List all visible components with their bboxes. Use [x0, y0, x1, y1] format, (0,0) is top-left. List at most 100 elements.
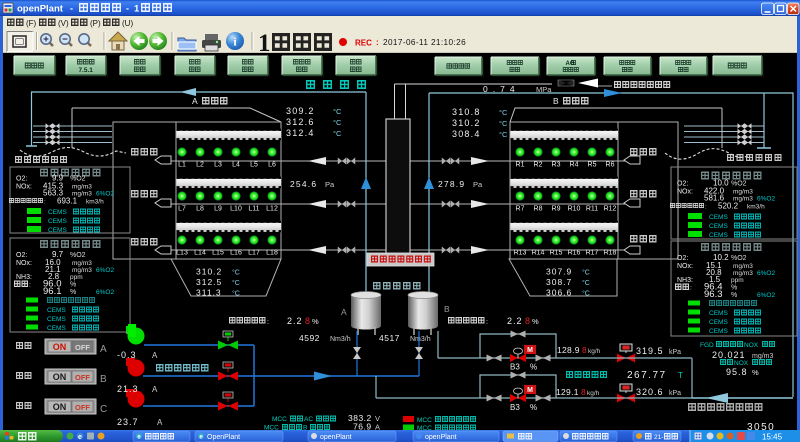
svg-text:°C: °C [499, 119, 508, 128]
svg-text:%O2: %O2 [70, 252, 86, 259]
svg-text:R18: R18 [604, 250, 617, 257]
svg-text:Nm3/h: Nm3/h [330, 336, 351, 343]
svg-text:mg/m3: mg/m3 [733, 270, 753, 277]
svg-text:(V): (V) [58, 19, 69, 28]
svg-text:8: 8 [305, 316, 310, 326]
svg-text:mg/m3: mg/m3 [752, 353, 774, 360]
svg-text:%: % [530, 403, 537, 412]
svg-text:MCC: MCC [272, 416, 287, 423]
svg-text:R13: R13 [514, 250, 527, 257]
svg-text:R2: R2 [534, 162, 543, 169]
svg-text:B3: B3 [510, 403, 520, 412]
svg-text:O2:: O2: [16, 252, 27, 259]
svg-text:6%O2: 6%O2 [757, 292, 775, 299]
svg-text:B: B [553, 96, 559, 106]
svg-text:310.8: 310.8 [452, 107, 481, 117]
svg-text:°C: °C [499, 130, 508, 139]
svg-text:A: A [152, 385, 158, 394]
svg-text:312.4: 312.4 [286, 128, 315, 138]
svg-text:319.5: 319.5 [636, 346, 664, 356]
svg-text:309.2: 309.2 [286, 106, 315, 116]
svg-text:L6: L6 [268, 162, 276, 169]
svg-text:OFF: OFF [75, 403, 90, 412]
svg-text:2.2: 2.2 [507, 316, 523, 326]
svg-text:CEMS: CEMS [709, 319, 728, 326]
svg-text:2017-06-11 21:10:26: 2017-06-11 21:10:26 [383, 38, 466, 47]
svg-text:4517: 4517 [379, 333, 400, 343]
svg-text:R10: R10 [568, 206, 581, 213]
svg-text:NOx:: NOx: [16, 184, 32, 191]
svg-text:CEMS: CEMS [48, 209, 67, 216]
svg-text:L10: L10 [230, 206, 242, 213]
svg-text:AC: AC [304, 416, 313, 423]
svg-text:2.2: 2.2 [287, 316, 303, 326]
svg-text:%O2: %O2 [731, 255, 747, 262]
svg-text:R12: R12 [604, 206, 617, 213]
svg-text:kPa: kPa [669, 390, 681, 397]
svg-text:R5: R5 [588, 162, 597, 169]
svg-text:15:45: 15:45 [762, 433, 783, 442]
svg-text:R7: R7 [516, 206, 525, 213]
svg-text:NH3:: NH3: [677, 277, 693, 284]
svg-text:°C: °C [582, 269, 590, 277]
svg-text:4592: 4592 [299, 333, 320, 343]
svg-text:L14: L14 [194, 250, 206, 257]
svg-text:R4: R4 [570, 162, 579, 169]
svg-text:°C: °C [232, 279, 240, 287]
svg-text:%: % [70, 289, 76, 296]
svg-text:ppm: ppm [70, 274, 83, 281]
svg-text:1: 1 [134, 4, 140, 15]
svg-text:A: A [192, 96, 198, 106]
svg-text:Pa: Pa [325, 180, 335, 189]
svg-text:REC: REC [355, 39, 372, 48]
svg-text:L7: L7 [178, 206, 186, 213]
svg-text:6%O2: 6%O2 [757, 270, 775, 277]
svg-text::: : [486, 319, 488, 326]
svg-text:(U): (U) [122, 19, 133, 28]
svg-text:CEMS: CEMS [709, 328, 728, 335]
svg-text:L4: L4 [232, 162, 240, 169]
svg-text:O2:: O2: [677, 181, 688, 188]
svg-text:20.021: 20.021 [712, 350, 746, 360]
svg-text:(F): (F) [26, 19, 37, 28]
svg-text:MCC: MCC [417, 417, 432, 424]
svg-text:Pa: Pa [473, 180, 483, 189]
svg-text:%: % [731, 292, 737, 299]
svg-text:520.2: 520.2 [718, 202, 739, 211]
svg-text:B: B [444, 304, 450, 314]
svg-text:openPlant: openPlant [425, 434, 457, 441]
svg-text:307.9: 307.9 [546, 267, 572, 277]
svg-text:CEMS: CEMS [47, 307, 66, 314]
svg-text:%: % [532, 317, 539, 326]
svg-text:%: % [530, 363, 537, 372]
svg-text:%: % [70, 282, 76, 289]
svg-text:°C: °C [232, 290, 240, 298]
svg-text:L13: L13 [176, 250, 188, 257]
svg-text:B: B [100, 374, 107, 385]
svg-text:7.5.1: 7.5.1 [78, 67, 93, 74]
svg-text:R1: R1 [516, 162, 525, 169]
svg-text::: : [267, 319, 269, 326]
svg-text:NOX: NOX [744, 342, 759, 349]
svg-text:L9: L9 [214, 206, 222, 213]
svg-text:ON: ON [53, 402, 67, 412]
svg-text:OFF: OFF [75, 343, 90, 352]
svg-text:%: % [312, 317, 319, 326]
svg-text:°C: °C [582, 279, 590, 287]
svg-text:308.7: 308.7 [546, 277, 572, 287]
svg-text:L17: L17 [248, 250, 260, 257]
svg-text:kg/h: kg/h [588, 348, 601, 355]
svg-text:L11: L11 [248, 206, 259, 213]
svg-text:kPa: kPa [669, 349, 681, 356]
svg-text:311.3: 311.3 [196, 288, 222, 298]
svg-text:R17: R17 [586, 250, 599, 257]
svg-text:6%O2: 6%O2 [96, 289, 114, 296]
svg-text:267.77: 267.77 [627, 370, 667, 381]
svg-text:-: - [126, 4, 129, 14]
svg-text:NOX: NOX [734, 360, 749, 367]
svg-text:A: A [100, 344, 107, 355]
svg-text:308.4: 308.4 [452, 129, 481, 139]
svg-text:254.6: 254.6 [290, 179, 317, 189]
svg-text::: : [690, 285, 692, 292]
svg-text:NOx:: NOx: [16, 260, 32, 267]
